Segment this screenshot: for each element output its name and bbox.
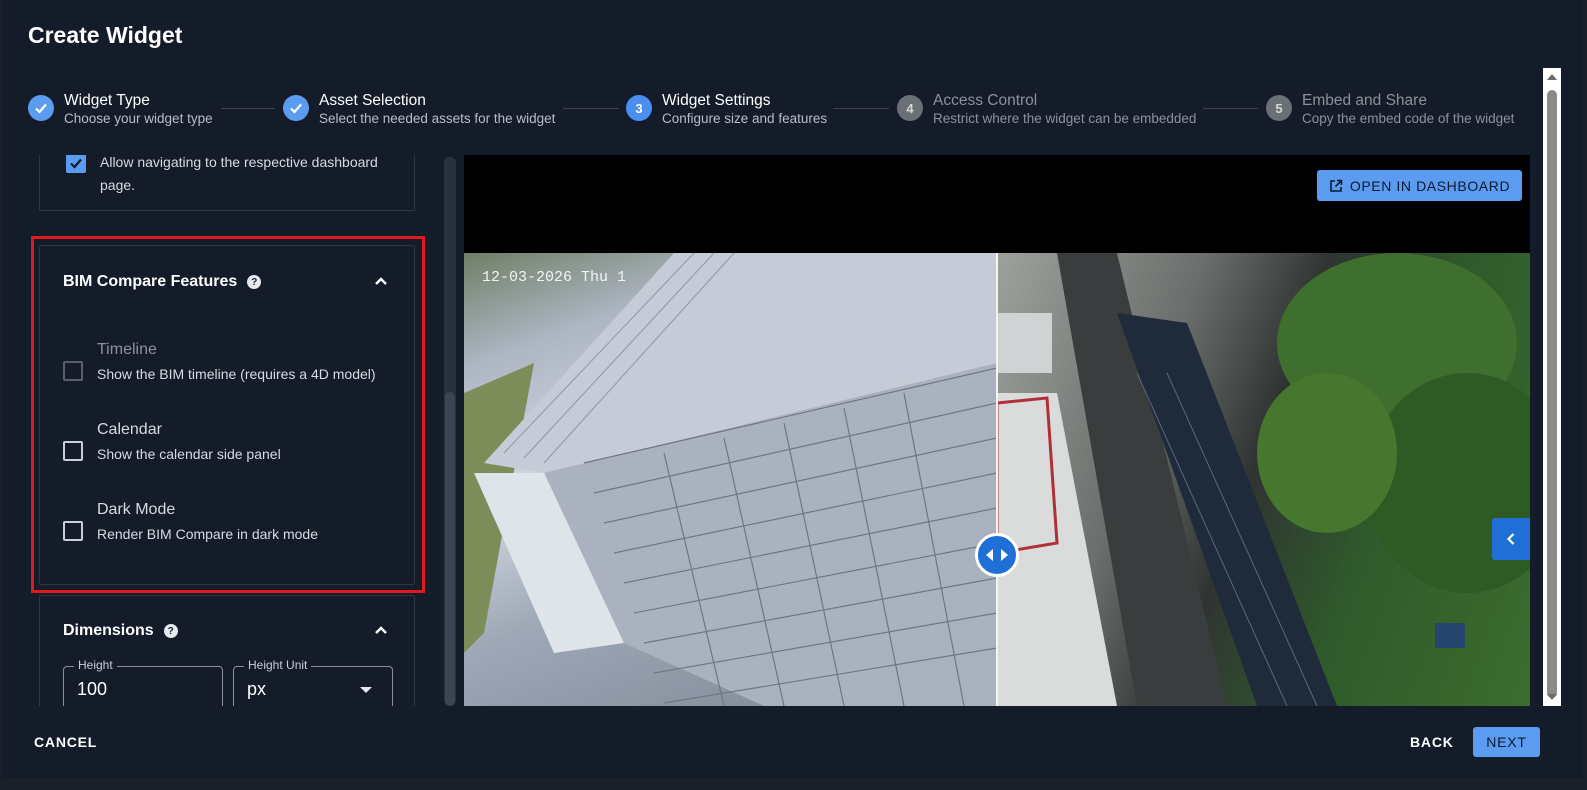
step-asset-selection[interactable]: Asset Selection Select the needed assets…: [283, 92, 555, 128]
navigation-label: Allow navigating to the respective dashb…: [100, 155, 378, 193]
step-title: Access Control: [933, 92, 1038, 109]
step-number: 5: [1266, 95, 1292, 121]
step-title: Embed and Share: [1302, 92, 1427, 109]
chevron-up-icon[interactable]: [374, 623, 388, 637]
open-in-dashboard-label: OPEN IN DASHBOARD: [1349, 177, 1511, 194]
cancel-button[interactable]: CANCEL: [34, 734, 97, 750]
height-value: 100: [77, 679, 108, 699]
step-widget-settings[interactable]: 3 Widget Settings Configure size and fea…: [626, 92, 827, 128]
check-icon: [70, 158, 82, 169]
side-panel-toggle[interactable]: [1492, 518, 1530, 560]
widget-preview: 12-03-2026 Thu 1 OPEN IN DASHBOARD: [464, 155, 1530, 706]
next-label: NEXT: [1486, 734, 1527, 750]
height-input[interactable]: Height 100: [63, 658, 223, 706]
step-connector: [833, 108, 889, 109]
scroll-down-icon[interactable]: [1543, 690, 1561, 704]
dialog-footer: CANCEL BACK NEXT: [3, 706, 1583, 778]
open-in-dashboard-button[interactable]: OPEN IN DASHBOARD: [1317, 170, 1522, 201]
dropdown-arrow-icon: [360, 687, 372, 693]
next-button[interactable]: NEXT: [1473, 727, 1540, 757]
navigation-card: Allow navigating to the respective dashb…: [39, 155, 415, 211]
navigation-checkbox[interactable]: [66, 155, 86, 173]
step-number: 4: [897, 95, 923, 121]
height-unit-select[interactable]: Height Unit px: [233, 658, 393, 706]
dimensions-card: Dimensions ? Height 100 Height Unit px: [39, 595, 415, 706]
highlight-box: [31, 236, 425, 593]
height-label: Height: [74, 658, 117, 672]
step-title: Widget Settings: [662, 92, 771, 109]
help-icon[interactable]: ?: [163, 624, 178, 638]
dialog-title: Create Widget: [28, 22, 183, 48]
check-icon: [28, 95, 54, 121]
step-access-control[interactable]: 4 Access Control Restrict where the widg…: [897, 92, 1196, 128]
dialog-scrollbar-thumb[interactable]: [1547, 90, 1557, 698]
bim-model-view: 12-03-2026 Thu 1: [464, 253, 997, 706]
step-subtitle: Select the needed assets for the widget: [319, 111, 556, 126]
step-connector: [1203, 108, 1258, 109]
dialog-scrollbar[interactable]: [1543, 68, 1561, 706]
dimensions-header[interactable]: Dimensions ?: [63, 622, 178, 640]
scroll-up-icon[interactable]: [1543, 70, 1561, 84]
step-subtitle: Choose your widget type: [64, 111, 213, 126]
compare-divider[interactable]: [996, 253, 998, 706]
check-icon: [283, 95, 309, 121]
height-unit-value: px: [247, 679, 267, 699]
height-unit-label: Height Unit: [244, 658, 312, 672]
navigation-option[interactable]: Allow navigating to the respective dashb…: [66, 155, 400, 197]
section-title: Dimensions: [63, 622, 154, 639]
step-number: 3: [626, 95, 652, 121]
create-widget-dialog: Create Widget Widget Type Choose your wi…: [3, 0, 1583, 778]
step-connector: [221, 108, 275, 109]
back-button[interactable]: BACK: [1410, 734, 1454, 750]
step-subtitle: Copy the embed code of the widget: [1302, 111, 1515, 126]
step-connector: [563, 108, 619, 109]
step-subtitle: Configure size and features: [662, 111, 828, 126]
step-subtitle: Restrict where the widget can be embedde…: [933, 111, 1197, 126]
settings-scrollbar-thumb[interactable]: [445, 392, 455, 706]
settings-panel: Allow navigating to the respective dashb…: [3, 155, 443, 706]
step-widget-type[interactable]: Widget Type Choose your widget type: [28, 92, 213, 128]
step-title: Widget Type: [64, 92, 150, 109]
site-photo-render: [997, 253, 1530, 706]
camera-photo-view: [997, 253, 1530, 706]
bim-building-render: [464, 253, 997, 706]
external-link-icon: [1330, 179, 1343, 192]
step-title: Asset Selection: [319, 92, 426, 109]
step-embed-and-share[interactable]: 5 Embed and Share Copy the embed code of…: [1266, 92, 1514, 128]
compare-arrows-icon[interactable]: [975, 533, 1019, 577]
camera-timestamp: 12-03-2026 Thu 1: [482, 269, 627, 286]
chevron-left-icon: [1506, 533, 1515, 545]
